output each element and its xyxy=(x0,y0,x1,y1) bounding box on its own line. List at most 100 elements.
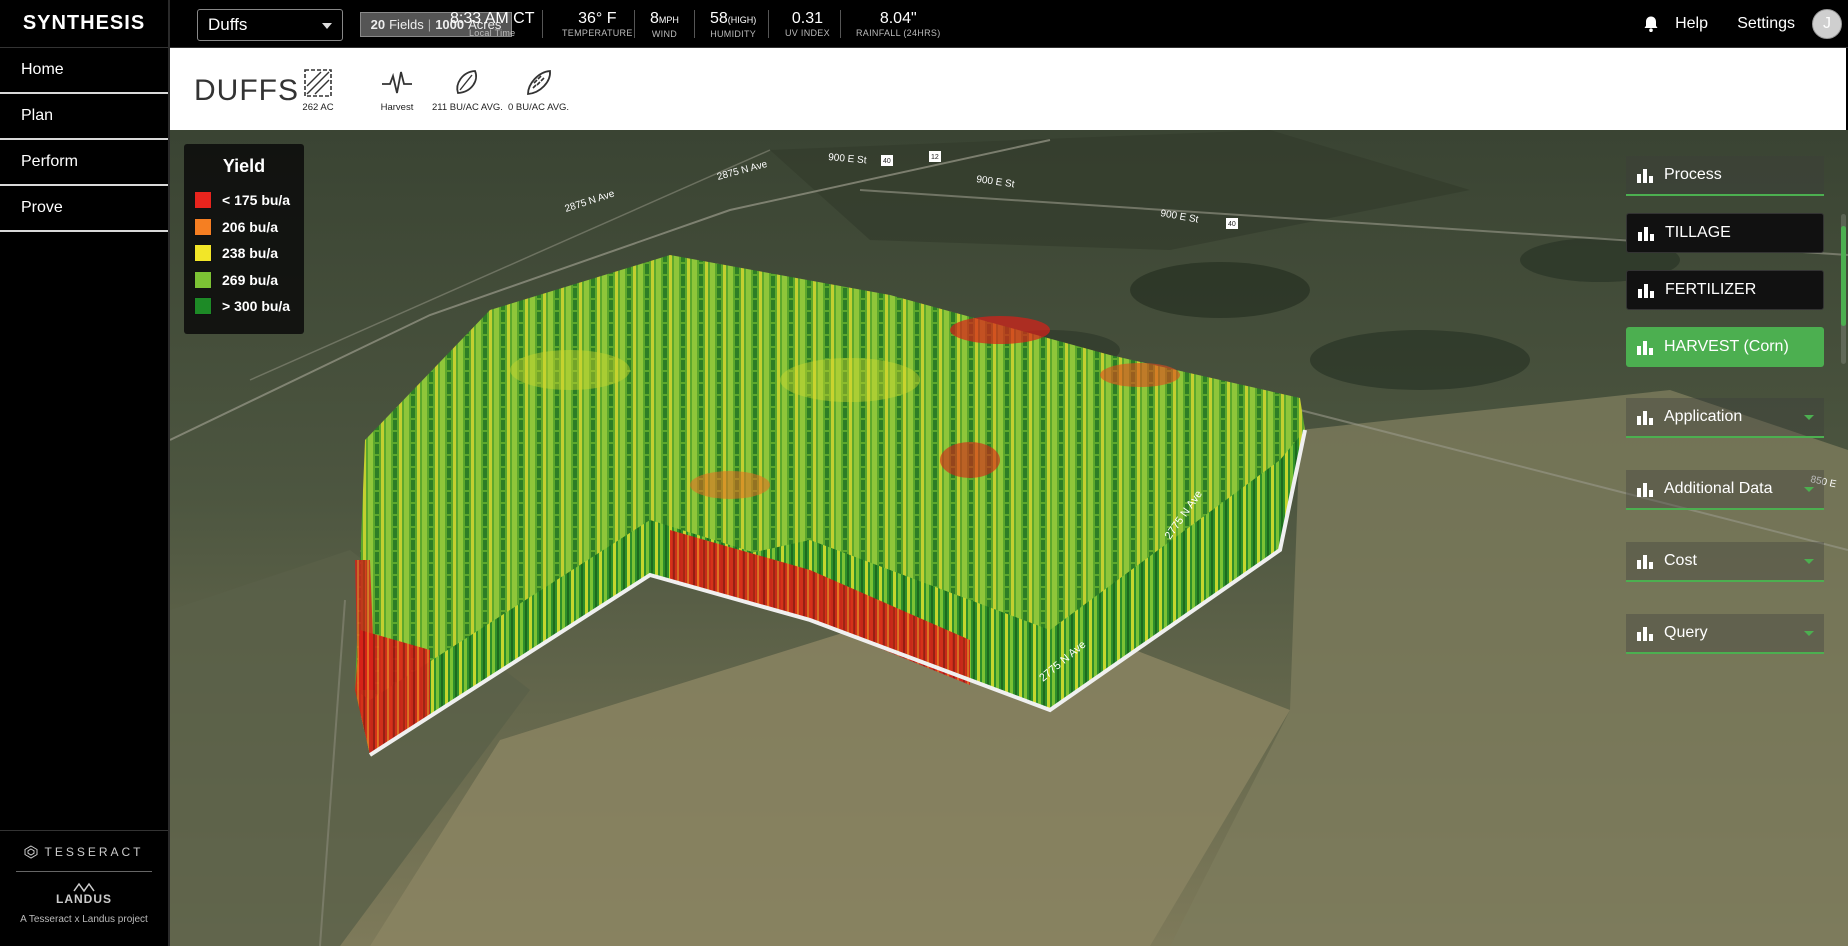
panel-scrollbar-thumb[interactable] xyxy=(1841,226,1846,326)
badge-separator: | xyxy=(427,17,432,32)
tesseract-label: TESSERACT xyxy=(44,845,144,859)
local-time: 8:33 AM CT Local Time xyxy=(450,10,534,39)
top-bar: Duffs 20 Fields | 1000 Acres 8:33 AM CT … xyxy=(170,0,1848,48)
settings-link[interactable]: Settings xyxy=(1737,15,1795,33)
temperature-value: 36° F xyxy=(578,10,617,27)
legend-swatch xyxy=(194,191,212,210)
tillage-button[interactable]: TILLAGE xyxy=(1626,213,1824,253)
chevron-down-icon xyxy=(1804,487,1814,492)
divider xyxy=(542,10,543,38)
route-shield-label: 12 xyxy=(931,154,939,161)
route-shield-label: 40 xyxy=(883,158,891,165)
nav-prove[interactable]: Prove xyxy=(0,186,168,232)
brand-logo[interactable]: SYNTHESIS xyxy=(0,0,168,48)
yield-map[interactable]: 2875 N Ave 900 E St 900 E St 900 E St 28… xyxy=(170,130,1848,946)
legend-label: < 175 bu/a xyxy=(222,192,291,209)
rainfall-label: RAINFALL (24HRS) xyxy=(856,28,941,38)
additional-data-button[interactable]: Additional Data xyxy=(1626,470,1824,510)
query-button[interactable]: Query xyxy=(1626,614,1824,654)
page-title: DUFFS xyxy=(194,74,299,107)
footer-credit: A Tesseract x Landus project xyxy=(20,914,148,925)
help-link[interactable]: Help xyxy=(1675,15,1708,33)
bell-icon[interactable] xyxy=(1642,15,1660,33)
bar-chart-icon xyxy=(1637,555,1653,569)
avatar[interactable]: J xyxy=(1812,9,1842,39)
chevron-down-icon xyxy=(1804,559,1814,564)
divider xyxy=(694,10,695,38)
query-label: Query xyxy=(1664,624,1708,641)
alt-yield-stat: 0 BU/AC AVG. xyxy=(508,66,569,113)
additional-data-label: Additional Data xyxy=(1664,480,1773,497)
wind-value: 8MPH xyxy=(650,10,679,29)
harvest-corn-label: HARVEST (Corn) xyxy=(1664,338,1789,355)
humidity: 58(HIGH) HUMIDITY xyxy=(710,10,756,40)
avg-yield-label: 211 BU/AC AVG. xyxy=(432,102,503,113)
nav-perform[interactable]: Perform xyxy=(0,140,168,186)
legend-swatch xyxy=(194,297,212,316)
bar-chart-icon xyxy=(1637,627,1653,641)
footer-divider xyxy=(16,871,152,872)
process-label: Process xyxy=(1664,166,1722,183)
application-button[interactable]: Application xyxy=(1626,398,1824,438)
humidity-number: 58 xyxy=(710,10,728,27)
wind-unit: MPH xyxy=(658,15,679,25)
fields-label: Fields xyxy=(389,17,424,32)
harvest-stat: Harvest xyxy=(380,66,414,113)
map-dark-patch xyxy=(1130,262,1310,318)
local-time-value: 8:33 AM CT xyxy=(450,10,535,27)
yield-low-zone xyxy=(690,471,770,499)
legend-swatch xyxy=(194,217,212,236)
app-root: SYNTHESIS Home Plan Perform Prove TESSER… xyxy=(0,0,1848,946)
map-dark-patch xyxy=(1310,330,1530,390)
uv-index: 0.31 UV INDEX xyxy=(785,10,830,39)
legend-item: > 300 bu/a xyxy=(194,293,294,320)
chevron-down-icon xyxy=(322,23,332,29)
humidity-value: 58(HIGH) xyxy=(710,10,756,29)
wind-number: 8 xyxy=(650,10,659,27)
seed-icon xyxy=(456,70,478,94)
tesseract-logo: TESSERACT xyxy=(24,845,143,859)
humidity-unit: (HIGH) xyxy=(727,15,757,25)
wind: 8MPH WIND xyxy=(650,10,679,40)
legend-item: 238 bu/a xyxy=(194,240,294,267)
landus-icon xyxy=(73,882,95,892)
bar-chart-icon xyxy=(1638,284,1654,298)
legend-swatch xyxy=(194,270,212,289)
yield-low-zone xyxy=(950,316,1050,344)
process-button[interactable]: Process xyxy=(1626,156,1824,196)
satellite-map[interactable]: 2875 N Ave 900 E St 900 E St 900 E St 28… xyxy=(170,130,1848,946)
fertilizer-label: FERTILIZER xyxy=(1665,281,1757,298)
legend-title: Yield xyxy=(222,156,266,176)
cost-label: Cost xyxy=(1664,552,1697,569)
corn-icon xyxy=(526,70,551,95)
acreage-stat: 262 AC xyxy=(301,66,335,113)
legend-label: 269 bu/a xyxy=(222,271,279,288)
harvest-corn-button[interactable]: HARVEST (Corn) xyxy=(1626,327,1824,367)
panel-scrollbar[interactable] xyxy=(1841,214,1846,364)
fields-count: 20 xyxy=(370,17,386,32)
yield-low-zone xyxy=(1100,363,1180,387)
divider xyxy=(634,10,635,38)
yield-low-zone xyxy=(940,442,1000,478)
legend-item: 269 bu/a xyxy=(194,267,294,294)
cost-button[interactable]: Cost xyxy=(1626,542,1824,582)
route-shield-label: 40 xyxy=(1228,221,1236,228)
nav-home[interactable]: Home xyxy=(0,48,168,94)
tillage-label: TILLAGE xyxy=(1665,224,1731,241)
rainfall: 8.04" RAINFALL (24HRS) xyxy=(856,10,941,39)
legend-label: > 300 bu/a xyxy=(222,298,291,315)
chevron-down-icon xyxy=(1804,415,1814,420)
field-header: DUFFS 262 AC Harvest 211 BU/AC AVG. 0 BU… xyxy=(170,48,1846,130)
sidebar: SYNTHESIS Home Plan Perform Prove TESSER… xyxy=(0,0,170,946)
fertilizer-button[interactable]: FERTILIZER xyxy=(1626,270,1824,310)
bar-chart-icon xyxy=(1637,341,1653,355)
avg-yield-stat: 211 BU/AC AVG. xyxy=(432,66,503,113)
temperature: 36° F TEMPERATURE xyxy=(562,10,633,39)
landus-label: LANDUS xyxy=(56,892,112,906)
divider xyxy=(768,10,769,38)
nav-plan[interactable]: Plan xyxy=(0,94,168,140)
bar-chart-icon xyxy=(1638,227,1654,241)
landus-logo: LANDUS xyxy=(56,882,112,906)
legend-label: 238 bu/a xyxy=(222,245,279,262)
field-select[interactable]: Duffs xyxy=(197,9,343,41)
